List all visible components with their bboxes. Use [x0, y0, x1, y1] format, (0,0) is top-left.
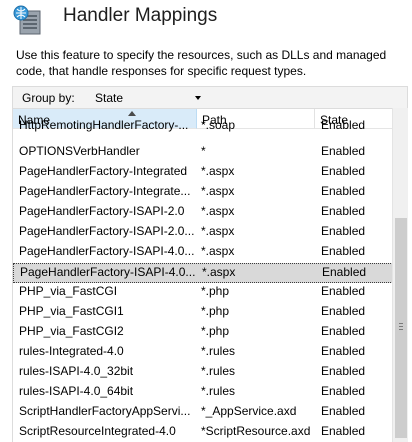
cell-path: *ScriptResource.axd — [201, 424, 311, 438]
cell-state: Enabled — [321, 304, 366, 318]
cell-state: Enabled — [321, 118, 366, 132]
chevron-down-icon — [195, 96, 201, 100]
cell-state: Enabled — [321, 324, 366, 338]
cell-path: *.php — [201, 304, 230, 318]
cell-path: *.aspx — [201, 164, 235, 178]
cell-state: Enabled — [321, 344, 366, 358]
cell-name: PageHandlerFactory-ISAPI-4.0... — [20, 265, 196, 279]
cell-name: PHP_via_FastCGI2 — [19, 324, 124, 338]
cell-name: rules-Integrated-4.0 — [19, 344, 124, 358]
cell-name: PageHandlerFactory-ISAPI-2.0... — [19, 224, 195, 238]
table-row[interactable]: PageHandlerFactory-Integrate... *.aspx Ena… — [13, 183, 393, 203]
grip-icon — [399, 323, 403, 324]
cell-state: Enabled — [321, 244, 366, 258]
cell-path: *_AppService.axd — [201, 404, 297, 418]
cell-state: Enabled — [321, 184, 366, 198]
cell-state: Enabled — [321, 204, 366, 218]
cell-state: Enabled — [321, 384, 366, 398]
table-row[interactable]: PageHandlerFactory-Integrated *.aspx Enabl… — [13, 163, 393, 183]
cell-state: Enabled — [321, 364, 366, 378]
cell-state: Enabled — [321, 284, 366, 298]
cell-state: Enabled — [321, 144, 366, 158]
table-row[interactable]: PageHandlerFactory-ISAPI-2.0... *.aspx Ena… — [13, 223, 393, 243]
table-row[interactable]: PHP_via_FastCGI1 *.php Enabled — [13, 303, 393, 323]
table-row[interactable]: PageHandlerFactory-ISAPI-2.0 *.aspx Enable… — [13, 203, 393, 223]
vertical-scrollbar[interactable] — [392, 108, 408, 442]
cell-name: PageHandlerFactory-Integrated — [19, 164, 188, 178]
table-row[interactable]: rules-ISAPI-4.0_64bit *.rules Enabled — [13, 383, 393, 403]
table-row[interactable]: ScriptResourceIntegrated-4.0 *ScriptResou… — [13, 423, 393, 442]
cell-name: rules-ISAPI-4.0_64bit — [19, 384, 134, 398]
cell-name: PHP_via_FastCGI — [19, 284, 118, 298]
cell-state: Enabled — [321, 164, 366, 178]
group-by-value: State — [95, 91, 124, 105]
group-by-toolbar: Group by: State — [12, 86, 408, 108]
cell-path: *.aspx — [201, 184, 235, 198]
cell-path: *.aspx — [201, 244, 235, 258]
cell-path: *.aspx — [202, 265, 236, 279]
cell-state: Enabled — [321, 424, 366, 438]
cell-path: *.rules — [201, 384, 236, 398]
table-row[interactable]: PageHandlerFactory-ISAPI-4.0... *.aspx Ena… — [13, 263, 393, 283]
table-row[interactable]: PHP_via_FastCGI2 *.php Enabled — [13, 323, 393, 343]
table-row[interactable]: rules-Integrated-4.0 *.rules Enabled — [13, 343, 393, 363]
group-by-dropdown[interactable]: State — [91, 88, 207, 107]
cell-name: PHP_via_FastCGI1 — [19, 304, 124, 318]
cell-state: Enabled — [322, 265, 367, 279]
cell-path: *.rules — [201, 364, 236, 378]
handler-mappings-list: Name Path State HttpRemotingHandlerFacto… — [12, 108, 408, 442]
cell-name: PageHandlerFactory-ISAPI-2.0 — [19, 204, 185, 218]
cell-name: ScriptResourceIntegrated-4.0 — [19, 424, 176, 438]
scrollbar-thumb[interactable] — [395, 218, 407, 438]
table-row[interactable]: PHP_via_FastCGI *.php Enabled — [13, 283, 393, 303]
cell-path: *.rules — [201, 344, 236, 358]
cell-path: *.php — [201, 284, 230, 298]
table-row[interactable]: rules-ISAPI-4.0_32bit *.rules Enabled — [13, 363, 393, 383]
cell-path: *.aspx — [201, 224, 235, 238]
page-header: Handler Mappings — [0, 0, 412, 38]
table-row[interactable]: PageHandlerFactory-ISAPI-4.0... *.aspx Ena… — [13, 243, 393, 263]
cell-path: *.aspx — [201, 204, 235, 218]
cell-name: OPTIONSVerbHandler — [19, 144, 140, 158]
table-row[interactable]: OPTIONSVerbHandler * Enabled — [13, 143, 393, 163]
cell-path: *.soap — [201, 118, 236, 132]
table-row[interactable]: ScriptHandlerFactoryAppServi... *_AppServ… — [13, 403, 393, 423]
cell-state: Enabled — [321, 224, 366, 238]
cell-state: Enabled — [321, 404, 366, 418]
table-row[interactable]: HttpRemotingHandlerFactory-... *.soap Enab… — [13, 118, 393, 143]
group-by-label: Group by: — [22, 91, 75, 105]
cell-name: PageHandlerFactory-ISAPI-4.0... — [19, 244, 195, 258]
cell-name: ScriptHandlerFactoryAppServi... — [19, 404, 191, 418]
cell-path: * — [201, 144, 206, 158]
cell-path: *.php — [201, 324, 230, 338]
page-title: Handler Mappings — [63, 5, 218, 26]
cell-name: PageHandlerFactory-Integrate... — [19, 184, 191, 198]
feature-description: Use this feature to specify the resource… — [16, 48, 387, 78]
handler-mappings-icon — [12, 3, 44, 35]
sort-ascending-icon — [128, 111, 136, 116]
cell-name: HttpRemotingHandlerFactory-... — [19, 118, 189, 132]
cell-name: rules-ISAPI-4.0_32bit — [19, 364, 134, 378]
